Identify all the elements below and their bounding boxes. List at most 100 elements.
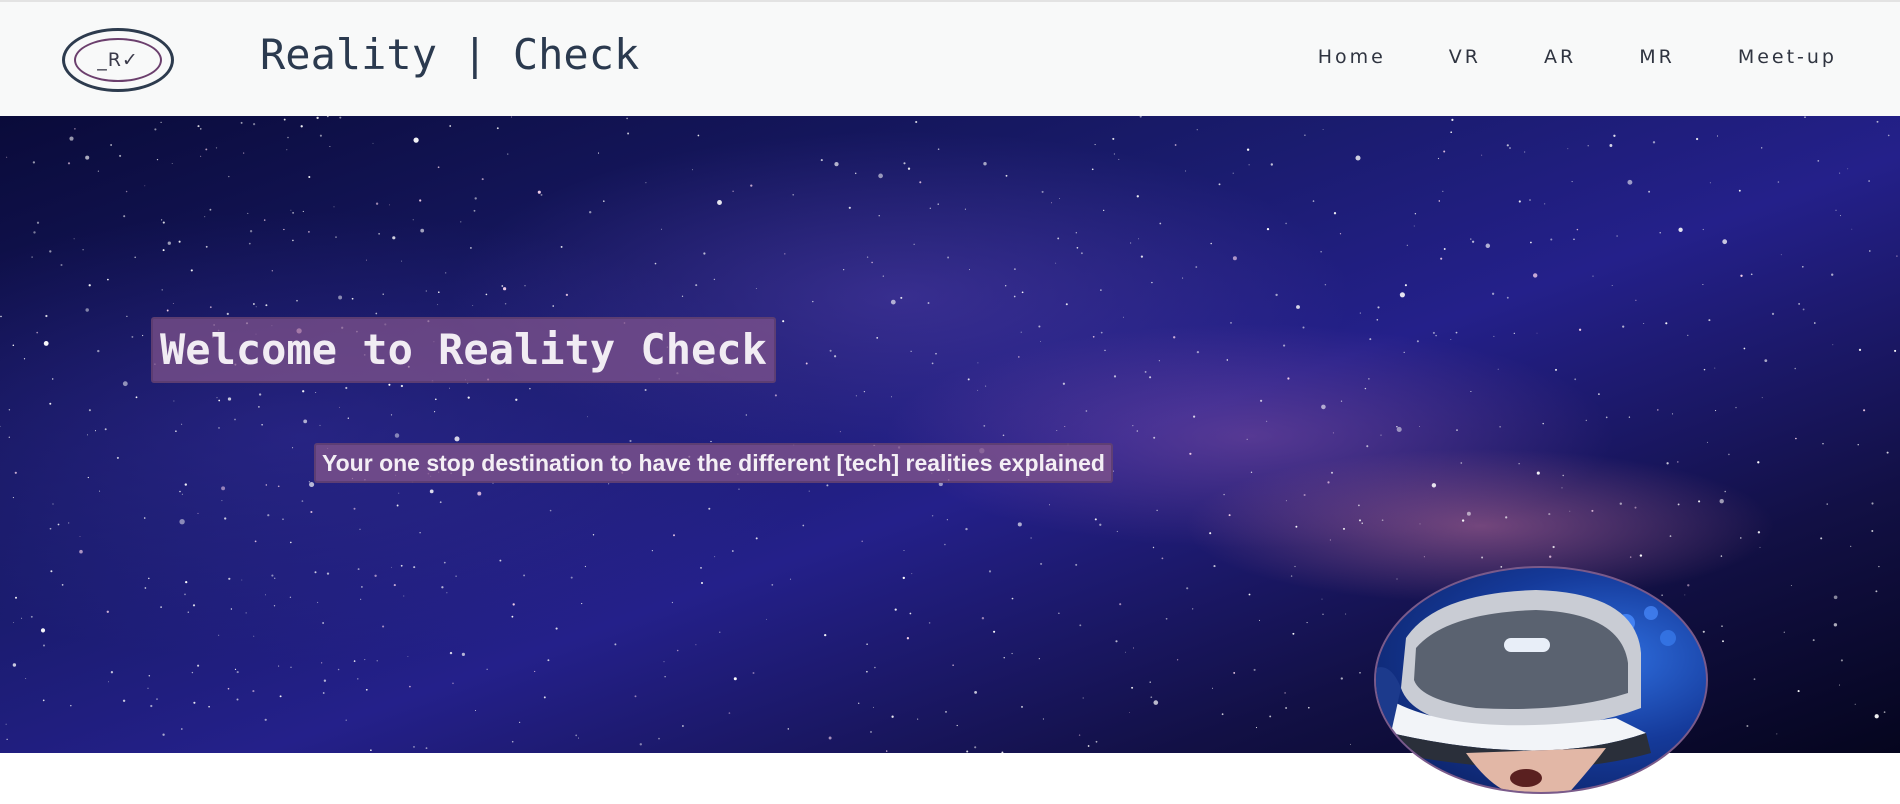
star [1622,325,1625,328]
star [171,163,173,164]
star [1250,471,1253,473]
star [1290,575,1293,577]
star [1715,410,1717,412]
star [382,625,385,628]
star [985,385,987,387]
star [1150,696,1153,699]
star [771,584,774,586]
star [310,510,313,514]
logo-icon[interactable]: _R✓ [62,28,174,92]
star [708,507,711,510]
star [1246,148,1250,151]
star [1364,387,1367,390]
star [1698,500,1701,503]
star [23,358,26,360]
star [1743,347,1746,350]
star [866,670,868,673]
star [181,493,183,495]
star [890,299,896,305]
star [36,331,39,334]
star [1275,293,1278,297]
star [1294,565,1296,568]
star [663,661,665,663]
star [68,522,70,524]
star [654,262,657,265]
star [264,718,267,721]
star [549,509,552,512]
star [909,612,912,615]
star [79,536,81,538]
star [1605,416,1608,419]
star [1159,222,1162,225]
star [1722,239,1728,245]
star [1509,147,1511,149]
star [326,572,330,575]
star [398,492,400,494]
star [1248,164,1250,166]
star [560,245,563,248]
star [6,738,8,740]
star [1306,622,1308,624]
star [99,490,101,492]
nav-item-ar[interactable]: AR [1544,46,1576,68]
star [166,309,169,312]
nav-item-home[interactable]: Home [1318,46,1386,68]
star [871,261,873,264]
star [172,302,174,305]
star [673,534,675,537]
star [1040,562,1043,565]
star [1076,246,1079,249]
star [1209,532,1212,535]
star [829,349,832,352]
star [597,152,600,154]
star [1455,331,1458,334]
star [375,202,379,205]
star [639,743,642,746]
star [713,278,716,281]
star [1616,235,1618,237]
star [1740,537,1742,539]
star [886,750,888,752]
star [1232,256,1237,261]
star [400,564,403,567]
star [1437,157,1440,160]
star [750,184,753,187]
star [413,746,415,748]
nav-item-meet-up[interactable]: Meet-up [1738,46,1837,68]
star [1753,678,1756,681]
star [1659,232,1661,234]
star [1100,331,1103,334]
star [134,256,137,259]
star [438,291,440,293]
star [434,411,436,413]
star [180,728,183,730]
star [614,643,617,646]
star [67,162,71,165]
star [911,573,913,575]
star [863,390,866,393]
star [755,537,758,540]
star [1119,603,1122,606]
star [1329,539,1331,541]
star [1196,350,1200,354]
star [946,519,948,521]
star [191,671,194,674]
star [1497,368,1499,370]
star [1221,713,1224,716]
star [789,578,792,580]
star [717,200,722,205]
star [537,190,541,194]
star [333,206,335,208]
star [1703,368,1706,371]
star [184,593,186,596]
star [565,293,569,297]
nav-item-vr[interactable]: VR [1449,46,1481,68]
star [249,230,253,233]
star [983,162,987,166]
star [97,349,100,353]
star [1840,659,1843,662]
star [1443,248,1446,250]
star [42,644,46,647]
star [981,617,985,620]
nav-item-mr[interactable]: MR [1639,46,1675,68]
